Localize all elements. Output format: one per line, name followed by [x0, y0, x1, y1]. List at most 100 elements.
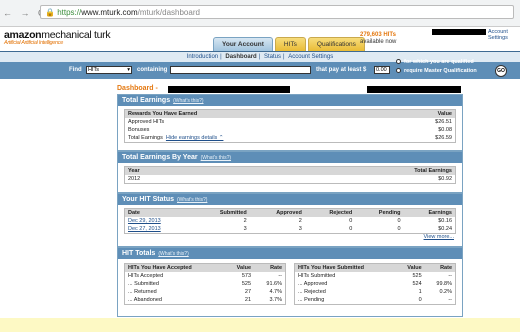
row-value: $0.92 [438, 176, 452, 182]
hits-available: 279,603 HITs available now [360, 32, 396, 46]
cell: 3 [298, 226, 302, 232]
earnings-by-year-panel: Total Earnings By Year (What's this?) Yea… [117, 151, 463, 193]
whats-this-link[interactable]: (What's this?) [201, 155, 231, 161]
submitted-table: HITs You Have Submitted Value Rate HITs Su… [295, 264, 455, 304]
cell: 525 [412, 273, 422, 279]
address-bar[interactable]: 🔒 https://www.mturk.com/mturk/dashboard [40, 5, 514, 19]
row-value: $26.59 [435, 135, 452, 141]
cell: $0.24 [438, 226, 452, 232]
row-label: Bonuses [128, 127, 150, 133]
col-pending: Pending [355, 209, 404, 217]
total-earnings-panel: Total Earnings (What's this?) Rewards You… [117, 94, 463, 151]
cell: -- [448, 273, 452, 279]
cell: 3.7% [269, 297, 282, 303]
table-row: ... Returned 27 4.7% [125, 288, 285, 296]
col-year: Year [125, 167, 223, 175]
footer-bar [0, 318, 520, 332]
main-tabs: Your Account HITs Qualifications [213, 37, 367, 52]
table-row: Dec 27, 2013 3 3 0 0 $0.24 [125, 225, 455, 233]
find-select-value: HITs [88, 67, 99, 73]
status-table-wrap: Date Submitted Approved Rejected Pending… [124, 208, 456, 234]
mturk-logo[interactable]: amazonmechanical turk Artificial Artific… [4, 29, 111, 46]
subnav-account-settings[interactable]: Account Settings [288, 54, 333, 60]
hit-totals-panel: HIT Totals (What's this?) HITs You Have A… [117, 247, 463, 317]
col-rejected: Rejected [304, 209, 356, 217]
col-value: Value [224, 264, 255, 272]
by-year-header: Total Earnings By Year (What's this?) [118, 152, 462, 163]
cell: 27 [244, 289, 252, 295]
cell: 0 [349, 218, 353, 224]
hide-details-link[interactable]: Hide earnings details ⌃ [166, 135, 224, 141]
table-row: Bonuses $0.08 [125, 126, 455, 134]
cell: 524 [412, 281, 422, 287]
status-table: Date Submitted Approved Rejected Pending… [125, 209, 455, 233]
submitted-table-wrap: HITs You Have Submitted Value Rate HITs Su… [294, 263, 456, 305]
cell: 0.2% [439, 289, 452, 295]
hits-available-label: available now [360, 39, 397, 45]
row-value: $0.08 [438, 127, 452, 133]
subnav-status[interactable]: Status [264, 54, 281, 60]
cell: ... Submitted [128, 281, 159, 287]
col-total: Total Earnings [222, 167, 455, 175]
earnings-table: Rewards You Have Earned Value Approved HI… [125, 110, 455, 142]
date-link[interactable]: Dec 29, 2013 [125, 217, 192, 225]
master-checkbox[interactable] [396, 68, 401, 73]
cell: 1 [418, 289, 422, 295]
cell: 0 [349, 226, 353, 232]
cell: 2 [243, 218, 247, 224]
min-pay-input[interactable]: 0.00 [374, 66, 390, 74]
cell: 0 [397, 218, 401, 224]
tab-hits[interactable]: HITs [274, 37, 306, 52]
qualified-checkbox[interactable] [396, 59, 401, 64]
accepted-table-wrap: HITs You Have Accepted Value Rate HITs Acc… [124, 263, 286, 305]
cell: -- [278, 273, 282, 279]
cell: HITs Submitted [298, 273, 336, 279]
whats-this-link[interactable]: (What's this?) [173, 98, 203, 104]
cell: 99.8% [436, 281, 452, 287]
view-more-link[interactable]: View more... [424, 234, 454, 240]
row-value: $26.51 [435, 119, 452, 125]
hit-totals-title: HIT Totals [122, 250, 156, 257]
cell: 2 [298, 218, 302, 224]
find-label: Find [69, 67, 82, 73]
redacted-worker-id [168, 86, 290, 93]
cell: HITs Accepted [128, 273, 164, 279]
cell: -- [448, 297, 452, 303]
whats-this-link[interactable]: (What's this?) [158, 251, 188, 257]
hits-count[interactable]: 279,603 HITs [360, 32, 396, 38]
cell: 0 [397, 226, 401, 232]
search-input[interactable] [170, 66, 311, 74]
subnav-introduction[interactable]: Introduction [187, 54, 218, 60]
subnav-dashboard[interactable]: Dashboard [225, 54, 256, 60]
col-rate: Rate [424, 264, 455, 272]
by-year-table: Year Total Earnings 2012 $0.92 [125, 167, 455, 183]
account-settings-link[interactable]: Account Settings [488, 29, 520, 41]
redacted-username [432, 29, 486, 35]
row-year: 2012 [128, 176, 141, 182]
table-row: ... Rejected 1 0.2% [295, 288, 455, 296]
cell: 3 [243, 226, 247, 232]
table-row: Approved HITs $26.51 [125, 118, 455, 126]
col-accepted: HITs You Have Accepted [125, 264, 225, 272]
go-button[interactable]: GO [495, 65, 507, 77]
browser-toolbar: ← → C 🔒 https://www.mturk.com/mturk/dash… [0, 0, 520, 27]
tab-qualifications[interactable]: Qualifications [307, 37, 365, 52]
cell: ... Rejected [298, 289, 326, 295]
cell: 91.6% [266, 281, 282, 287]
cell: ... Abandoned [128, 297, 162, 303]
accepted-table: HITs You Have Accepted Value Rate HITs Acc… [125, 264, 285, 304]
whats-this-link[interactable]: (What's this?) [177, 197, 207, 203]
table-row: Dec 29, 2013 2 2 0 0 $0.16 [125, 217, 455, 225]
row-label: Total Earnings Hide earnings details ⌃ [125, 134, 394, 142]
master-label: require Master Qualification [404, 68, 477, 74]
table-row: 2012 $0.92 [125, 175, 455, 183]
page-title: Dashboard - [117, 85, 158, 92]
by-year-table-wrap: Year Total Earnings 2012 $0.92 [124, 166, 456, 184]
table-row: Total Earnings Hide earnings details ⌃ $2… [125, 134, 455, 142]
tab-your-account[interactable]: Your Account [213, 37, 273, 52]
date-link[interactable]: Dec 27, 2013 [125, 225, 192, 233]
col-rate: Rate [254, 264, 285, 272]
col-rewards: Rewards You Have Earned [125, 110, 395, 118]
total-label: Total Earnings [128, 135, 163, 141]
find-select[interactable]: HITs ▾ [86, 66, 132, 74]
